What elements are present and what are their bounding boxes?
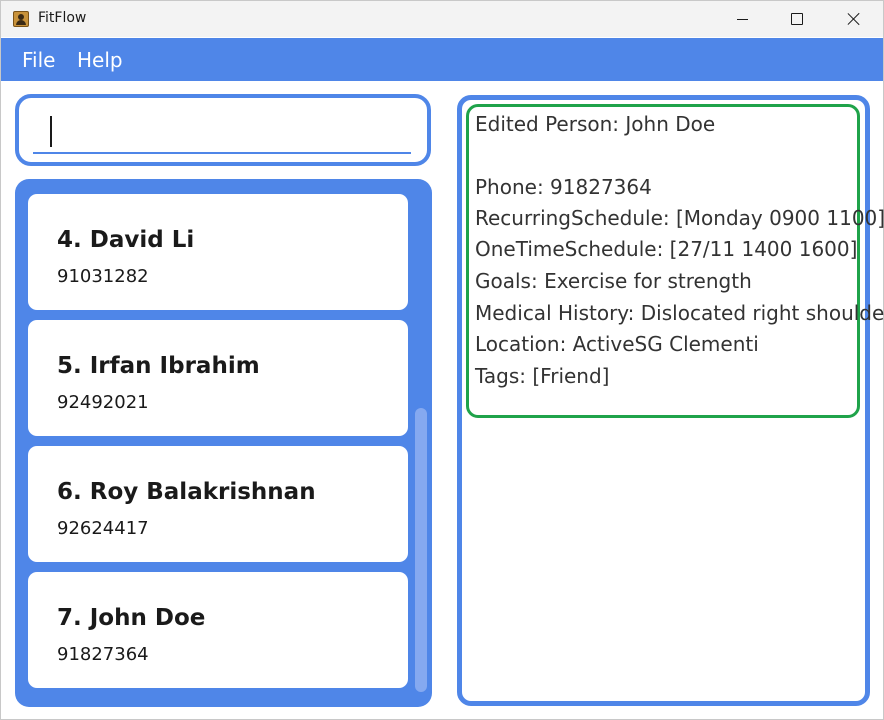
person-name: 4. David Li <box>57 227 195 253</box>
app-window: FitFlow File Help 4. David Li 91031282 5… <box>0 0 884 720</box>
person-name: 6. Roy Balakrishnan <box>57 479 316 505</box>
maximize-icon <box>791 13 803 25</box>
close-button[interactable] <box>825 1 883 37</box>
command-box <box>15 94 431 166</box>
result-tags: Tags: [Friend] <box>475 364 610 388</box>
person-list-panel: 4. David Li 91031282 5. Irfan Ibrahim 92… <box>15 179 432 707</box>
person-name: 7. John Doe <box>57 605 206 631</box>
contact-card-icon <box>13 11 29 27</box>
list-scrollbar-thumb[interactable] <box>415 408 427 692</box>
result-recurring-schedule: RecurringSchedule: [Monday 0900 1100] <box>475 206 884 230</box>
person-card[interactable]: 6. Roy Balakrishnan 92624417 <box>28 446 408 562</box>
person-name: 5. Irfan Ibrahim <box>57 353 260 379</box>
result-medical-history: Medical History: Dislocated right should… <box>475 301 884 325</box>
person-card[interactable]: 7. John Doe 91827364 <box>28 572 408 688</box>
maximize-button[interactable] <box>768 1 826 37</box>
menu-file[interactable]: File <box>22 48 55 72</box>
title-bar: FitFlow <box>1 1 883 37</box>
menu-help[interactable]: Help <box>77 48 123 72</box>
result-goals: Goals: Exercise for strength <box>475 269 752 293</box>
person-phone: 91827364 <box>57 644 149 665</box>
person-card[interactable]: 5. Irfan Ibrahim 92492021 <box>28 320 408 436</box>
minimize-button[interactable] <box>713 1 771 37</box>
result-location: Location: ActiveSG Clementi <box>475 332 759 356</box>
window-title: FitFlow <box>38 10 87 26</box>
person-phone: 92624417 <box>57 518 149 539</box>
command-input[interactable] <box>33 110 411 154</box>
result-header: Edited Person: John Doe <box>475 112 716 136</box>
minimize-icon <box>736 18 748 20</box>
text-caret <box>50 116 52 147</box>
person-phone: 91031282 <box>57 266 149 287</box>
person-phone: 92492021 <box>57 392 149 413</box>
result-phone: Phone: 91827364 <box>475 175 652 199</box>
close-icon <box>847 12 861 26</box>
result-onetime-schedule: OneTimeSchedule: [27/11 1400 1600] <box>475 237 858 261</box>
menu-bar: File Help <box>1 38 883 81</box>
person-card[interactable]: 4. David Li 91031282 <box>28 194 408 310</box>
